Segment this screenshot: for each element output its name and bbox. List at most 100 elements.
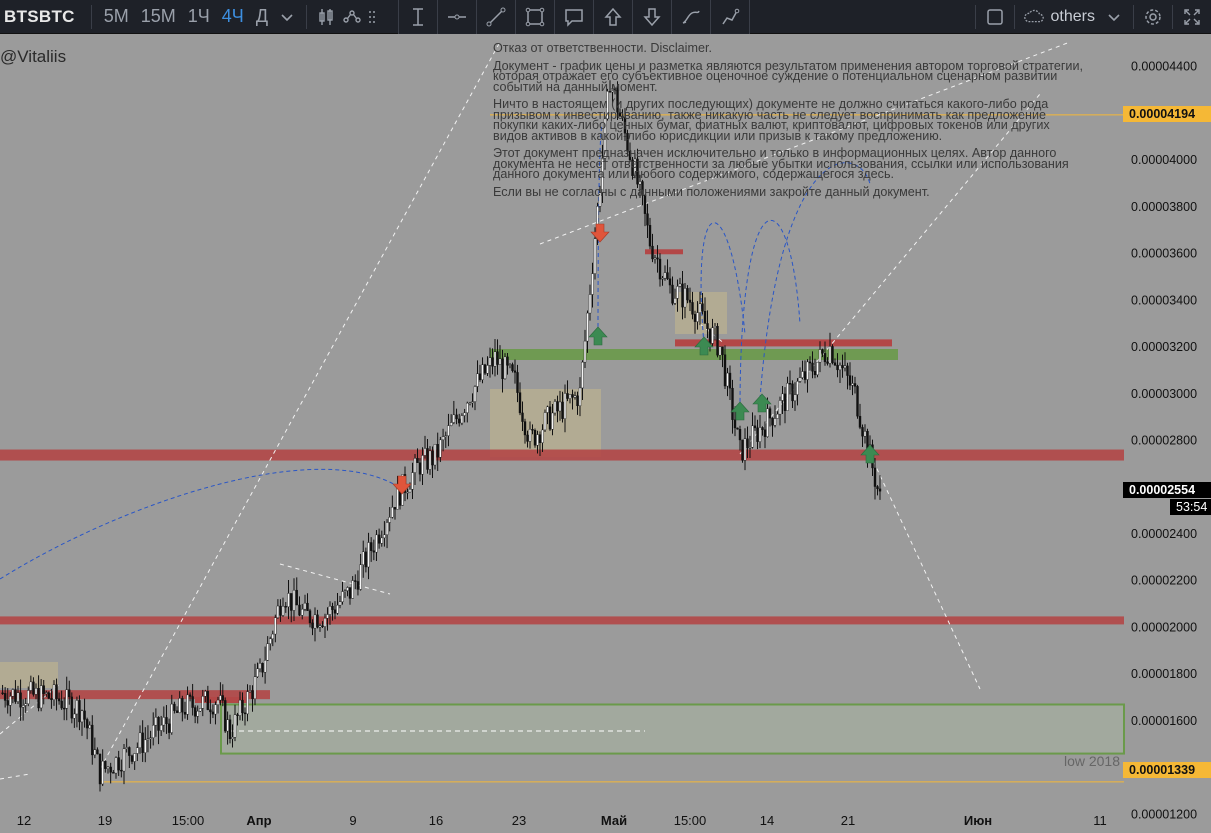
timeframe-1d[interactable]: Д	[250, 6, 274, 27]
candle-body	[188, 694, 192, 697]
y-tick-label: 0.00002200	[1131, 574, 1197, 588]
toolbar-divider	[974, 5, 976, 29]
candle-body	[486, 365, 489, 374]
candle-body	[211, 711, 215, 715]
arrow-down-icon[interactable]	[633, 0, 672, 34]
horizontal-line-icon[interactable]	[438, 0, 477, 34]
candle-body	[428, 450, 432, 470]
candle-body	[506, 356, 509, 366]
candle-body	[693, 314, 697, 322]
candle-body	[281, 606, 285, 616]
candle-body	[34, 688, 38, 695]
candle-body	[201, 696, 204, 709]
square-icon[interactable]	[982, 4, 1008, 30]
disclaimer-paragraph: Ничто в настоящем (и других последующих)…	[493, 97, 1050, 143]
indicators-icon[interactable]	[339, 4, 365, 30]
cloud-icon[interactable]	[1021, 4, 1047, 30]
candle-body	[152, 724, 155, 738]
candle-body	[343, 590, 347, 592]
brush-icon[interactable]	[672, 0, 711, 34]
symbol-label[interactable]: BTSBTC	[0, 7, 85, 27]
candle-body	[269, 638, 272, 644]
candle-body	[21, 705, 25, 708]
candle-body	[583, 340, 587, 363]
candle-body	[112, 772, 115, 774]
candle-body	[214, 704, 217, 715]
candle-body	[263, 660, 267, 673]
candle-body	[703, 311, 707, 324]
x-tick-label: 15:00	[674, 813, 707, 828]
candle-body	[663, 272, 667, 279]
candle-body	[856, 386, 859, 417]
disclaimer-paragraph: Документ - график цены и разметка являют…	[493, 58, 1084, 94]
candle-body	[863, 431, 867, 437]
candle-body	[731, 387, 734, 420]
candle-body	[746, 438, 749, 448]
candle-body	[843, 365, 847, 369]
fullscreen-icon[interactable]	[1179, 4, 1205, 30]
candle-body	[301, 608, 304, 616]
candles-icon[interactable]	[313, 4, 339, 30]
candle-body	[648, 225, 652, 247]
cursor-tool-icon[interactable]	[399, 0, 438, 34]
candle-body	[826, 361, 829, 364]
candle-body	[157, 717, 160, 731]
layout-name[interactable]: others	[1047, 8, 1101, 26]
candle-body	[466, 402, 469, 414]
support-band	[490, 349, 898, 360]
trend-line-icon[interactable]	[477, 0, 516, 34]
timeframe-15m[interactable]: 15М	[135, 6, 182, 27]
candle-body	[758, 427, 762, 442]
candle-body	[426, 448, 429, 470]
gear-icon[interactable]	[1140, 4, 1166, 30]
candle-body	[271, 633, 274, 640]
x-tick-label: 16	[429, 813, 443, 828]
candle-body	[441, 436, 445, 441]
chevron-down-icon[interactable]	[1101, 4, 1127, 30]
drag-handle-icon[interactable]	[365, 4, 379, 30]
candle-body	[318, 625, 322, 628]
candle-body	[416, 458, 419, 463]
candle-body	[3, 693, 7, 701]
candle-body	[661, 277, 664, 280]
candle-body	[791, 383, 794, 402]
rectangle-icon[interactable]	[516, 0, 555, 34]
candle-body	[408, 489, 412, 493]
candle-body	[256, 668, 259, 677]
candle-body	[558, 401, 562, 412]
candle-body	[388, 516, 391, 523]
candle-body	[541, 429, 544, 443]
candle-body	[380, 537, 383, 544]
candle-body	[219, 695, 222, 701]
candle-body	[563, 393, 567, 419]
candle-body	[93, 749, 97, 756]
callout-icon[interactable]	[555, 0, 594, 34]
candle-body	[216, 699, 220, 705]
candle-body	[436, 444, 439, 458]
timeframe-4h[interactable]: 4Ч	[216, 6, 250, 27]
candle-body	[811, 362, 814, 372]
candle-body	[516, 372, 519, 393]
timeframe-1h[interactable]: 1Ч	[182, 6, 216, 27]
candle-body	[236, 714, 239, 716]
x-tick-label: 15:00	[172, 813, 205, 828]
candle-body	[421, 455, 424, 475]
y-tick-label: 0.00001200	[1131, 807, 1197, 821]
candle-body	[447, 425, 450, 436]
resistance-level	[0, 449, 1124, 461]
candle-body	[513, 370, 517, 373]
y-tick-label: 0.00002000	[1131, 620, 1197, 634]
candle-body	[671, 284, 674, 304]
candle-body	[878, 488, 882, 492]
chevron-down-icon[interactable]	[274, 4, 300, 30]
timeframe-5m[interactable]: 5М	[98, 6, 135, 27]
path-icon[interactable]	[711, 0, 750, 34]
arrow-up-icon[interactable]	[594, 0, 633, 34]
candle-body	[223, 700, 227, 732]
candle-body	[47, 692, 51, 699]
candle-body	[761, 427, 764, 430]
candle-body	[258, 663, 262, 669]
candle-body	[681, 283, 684, 308]
candle-body	[196, 710, 199, 717]
candle-body	[423, 448, 427, 456]
